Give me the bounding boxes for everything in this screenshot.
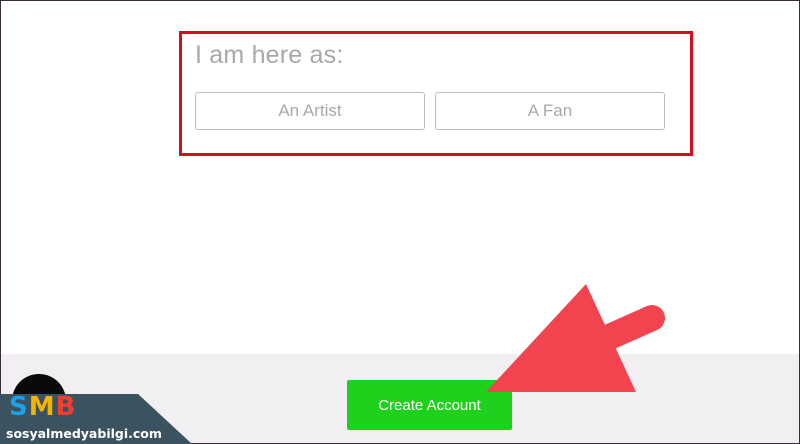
artist-option-button[interactable]: An Artist — [195, 92, 425, 130]
create-account-button[interactable]: Create Account — [347, 380, 512, 430]
fan-option-button[interactable]: A Fan — [435, 92, 665, 130]
watermark-url: sosyalmedyabilgi.com — [6, 426, 162, 441]
watermark-logo: SMB — [9, 392, 77, 422]
role-prompt: I am here as: — [195, 41, 344, 69]
